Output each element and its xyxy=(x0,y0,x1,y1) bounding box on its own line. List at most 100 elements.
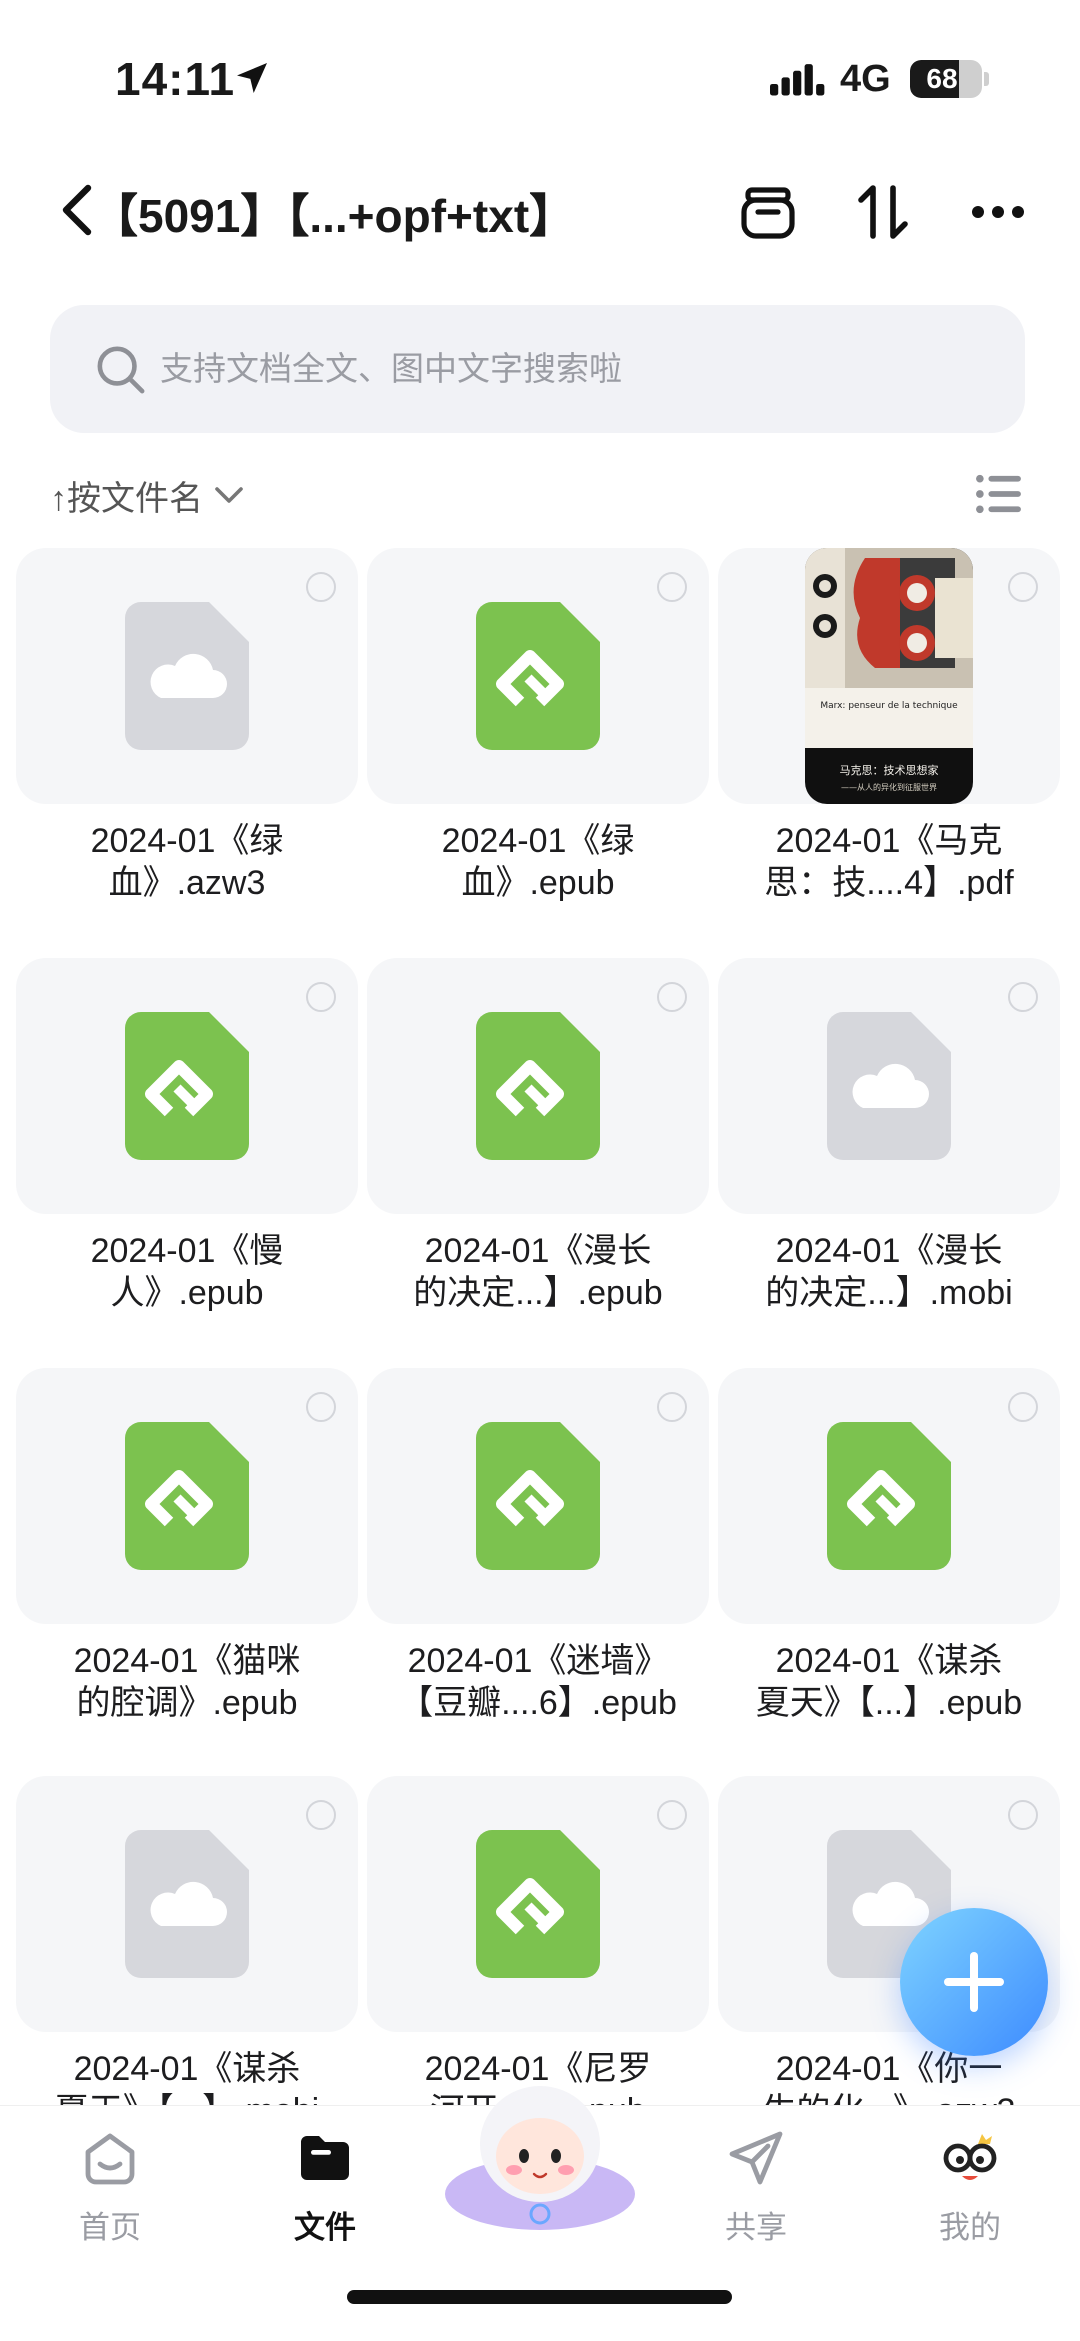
sort-selector[interactable]: ↑按文件名 xyxy=(50,470,243,520)
file-name: 2024-01《绿 血》.epub xyxy=(367,820,709,904)
battery-icon: 68 xyxy=(910,60,982,98)
select-checkbox[interactable] xyxy=(1008,1392,1038,1422)
epub-file-icon xyxy=(476,1422,600,1570)
file-thumbnail[interactable]: Marx: penseur de la technique 马克思：技术思想家 … xyxy=(718,548,1060,804)
nav-label: 我的 xyxy=(939,2210,1001,2245)
share-plane-icon xyxy=(729,2131,783,2185)
file-name-line: 2024-01《慢 xyxy=(90,1232,284,1270)
plus-icon xyxy=(944,1952,1004,2012)
header: 【5091】【...+opf+txt】 xyxy=(0,160,1080,260)
file-name: 2024-01《慢 人》.epub xyxy=(16,1230,358,1314)
file-thumbnail[interactable] xyxy=(16,1776,358,2032)
file-name-line: 2024-01《谋杀 xyxy=(73,2050,301,2088)
file-name-line: 血》.azw3 xyxy=(108,864,266,902)
file-name-line: 2024-01《谋杀 xyxy=(775,1642,1003,1680)
file-thumbnail[interactable] xyxy=(367,958,709,1214)
nav-label: 文件 xyxy=(294,2210,356,2245)
more-options-icon[interactable] xyxy=(968,182,1028,242)
cover-english-title: Marx: penseur de la technique xyxy=(820,701,958,711)
network-type: 4G xyxy=(840,58,891,100)
list-view-icon[interactable] xyxy=(975,473,1021,515)
file-name-line: 血》.epub xyxy=(461,864,615,902)
add-button[interactable] xyxy=(900,1908,1048,2056)
epub-file-icon xyxy=(125,1422,249,1570)
file-name-line: 人》.epub xyxy=(110,1274,264,1312)
file-name-line: 思：技....4】.pdf xyxy=(764,864,1014,902)
file-name-line: 的腔调》.epub xyxy=(76,1684,298,1722)
select-checkbox[interactable] xyxy=(657,1800,687,1830)
file-name-line: 2024-01《绿 xyxy=(441,822,635,860)
file-name-line: 2024-01《漫长 xyxy=(424,1232,652,1270)
file-name-line: 2024-01《漫长 xyxy=(775,1232,1003,1270)
epub-file-icon xyxy=(827,1422,951,1570)
file-name: 2024-01《漫长 的决定...】.epub xyxy=(367,1230,709,1314)
file-name-line: 2024-01《绿 xyxy=(90,822,284,860)
select-checkbox[interactable] xyxy=(1008,1800,1038,1830)
book-cover-thumbnail: Marx: penseur de la technique 马克思：技术思想家 … xyxy=(805,548,973,804)
file-name-line: 2024-01《你一 xyxy=(775,2050,1003,2088)
file-name: 2024-01《猫咪 的腔调》.epub xyxy=(16,1640,358,1724)
battery-cap xyxy=(984,72,989,86)
folder-icon xyxy=(301,2136,349,2180)
select-checkbox[interactable] xyxy=(657,982,687,1012)
file-name: 2024-01《谋杀 夏天》【...】.epub xyxy=(718,1640,1060,1724)
select-checkbox[interactable] xyxy=(306,572,336,602)
file-thumbnail[interactable] xyxy=(718,1368,1060,1624)
epub-file-icon xyxy=(476,602,600,750)
nav-tab-share[interactable]: 共享 xyxy=(686,2126,826,2256)
nav-tab-profile[interactable]: 我的 xyxy=(900,2126,1040,2256)
file-thumbnail[interactable] xyxy=(16,1368,358,1624)
select-checkbox[interactable] xyxy=(306,1800,336,1830)
select-checkbox[interactable] xyxy=(657,572,687,602)
file-name-line: 【豆瓣....6】.epub xyxy=(399,1684,677,1722)
file-thumbnail[interactable] xyxy=(367,548,709,804)
file-name-line: 2024-01《迷墙》 xyxy=(407,1642,669,1680)
search-icon xyxy=(97,346,145,394)
sort-label: ↑按文件名 xyxy=(50,479,203,518)
status-time: 14:11 xyxy=(115,53,236,105)
nav-tab-files[interactable]: 文件 xyxy=(255,2126,395,2256)
sort-order-icon[interactable] xyxy=(853,182,913,242)
chevron-down-icon xyxy=(215,487,243,503)
file-thumbnail[interactable] xyxy=(367,1368,709,1624)
cover-subtitle: ——从人的异化到征服世界 xyxy=(841,782,937,792)
status-bar: 14:11 4G 68 xyxy=(0,0,1080,150)
cloud-file-icon xyxy=(827,1012,951,1160)
home-indicator xyxy=(347,2290,732,2304)
select-checkbox[interactable] xyxy=(1008,982,1038,1012)
file-name-line: 2024-01《马克 xyxy=(775,822,1003,860)
select-checkbox[interactable] xyxy=(306,1392,336,1422)
search-bar[interactable] xyxy=(50,305,1025,433)
book-cover-art: Marx: penseur de la technique 马克思：技术思想家 … xyxy=(805,548,973,804)
file-name: 2024-01《绿 血》.azw3 xyxy=(16,820,358,904)
bottom-navigation: 首页 文件 共享 我的 xyxy=(0,2086,1080,2341)
file-thumbnail[interactable] xyxy=(367,1776,709,2032)
cover-title: 马克思：技术思想家 xyxy=(840,763,939,777)
cloud-file-icon xyxy=(125,1830,249,1978)
profile-face-icon xyxy=(943,2134,997,2180)
location-arrow-icon xyxy=(237,63,267,93)
select-checkbox[interactable] xyxy=(306,982,336,1012)
epub-file-icon xyxy=(476,1830,600,1978)
epub-file-icon xyxy=(476,1012,600,1160)
file-thumbnail[interactable] xyxy=(16,548,358,804)
archive-box-icon[interactable] xyxy=(738,182,798,242)
nav-tab-home[interactable]: 首页 xyxy=(40,2126,180,2256)
file-name: 2024-01《漫长 的决定...】.mobi xyxy=(718,1230,1060,1314)
select-checkbox[interactable] xyxy=(657,1392,687,1422)
battery-percent: 68 xyxy=(926,63,958,94)
file-thumbnail[interactable] xyxy=(718,958,1060,1214)
cloud-file-icon xyxy=(125,602,249,750)
nav-label: 首页 xyxy=(79,2210,141,2245)
home-icon xyxy=(85,2133,135,2185)
epub-file-icon xyxy=(125,1012,249,1160)
folder-title: 【5091】【...+opf+txt】 xyxy=(92,190,576,242)
file-name-line: 的决定...】.mobi xyxy=(765,1274,1013,1312)
file-thumbnail[interactable] xyxy=(16,958,358,1214)
search-input[interactable] xyxy=(160,305,980,433)
ai-assistant-mascot-icon[interactable] xyxy=(440,2074,640,2234)
file-name: 2024-01《迷墙》 【豆瓣....6】.epub xyxy=(367,1640,709,1724)
file-name-line: 2024-01《猫咪 xyxy=(73,1642,301,1680)
select-checkbox[interactable] xyxy=(1008,572,1038,602)
nav-label: 共享 xyxy=(725,2210,787,2245)
